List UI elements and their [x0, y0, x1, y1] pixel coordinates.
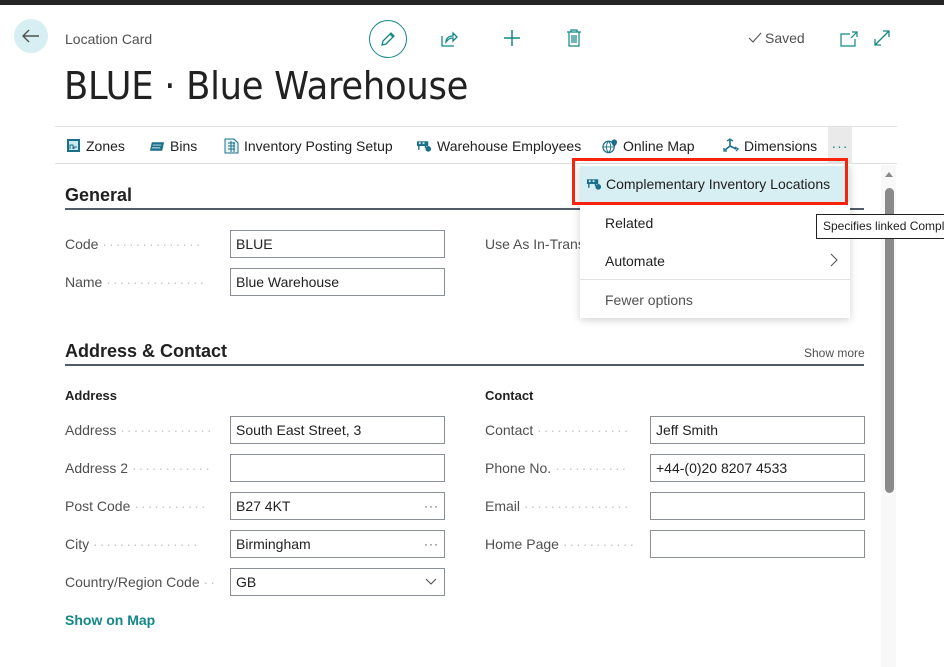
saved-status: Saved [748, 30, 805, 46]
field-label-email: Email ················ [485, 498, 631, 514]
action-bar: Zones Bins Inventory Posting Setup Wareh… [55, 126, 897, 164]
field-label-use-as-in-transit: Use As In-Trans [485, 236, 580, 252]
saved-label: Saved [765, 30, 805, 46]
field-label-phone-no: Phone No. ··········· [485, 460, 629, 476]
menu-item-label: Related [605, 215, 654, 231]
back-arrow-icon [22, 29, 39, 43]
plus-icon [504, 30, 520, 46]
new-button[interactable] [501, 27, 523, 49]
zones-icon [65, 138, 81, 154]
globe-pin-icon [602, 138, 618, 154]
field-label-city: City ················ [65, 536, 200, 552]
chevron-right-icon [830, 253, 838, 267]
posting-setup-icon [223, 138, 239, 154]
share-icon [441, 31, 458, 47]
country-region-code-select[interactable]: GB [230, 568, 445, 596]
field-label-address-2: Address 2 ············ [65, 460, 212, 476]
action-label: Warehouse Employees [437, 137, 582, 154]
show-more-link[interactable]: Show more [804, 346, 865, 360]
menu-item-complementary-inventory-locations[interactable]: Complementary Inventory Locations [580, 166, 850, 202]
action-warehouse-employees[interactable]: Warehouse Employees [416, 127, 581, 164]
open-new-window-button[interactable] [838, 28, 860, 50]
contact-input[interactable]: Jeff Smith [650, 416, 865, 444]
tooltip: Specifies linked Comple [816, 214, 944, 239]
code-input[interactable]: BLUE [230, 230, 445, 258]
field-label-post-code: Post Code ··········· [65, 498, 208, 514]
action-label: Bins [170, 137, 198, 154]
lookup-ellipsis-icon[interactable]: ··· [424, 499, 439, 513]
section-divider [65, 364, 864, 366]
menu-divider [580, 279, 850, 280]
dimensions-icon [723, 138, 739, 154]
lookup-ellipsis-icon[interactable]: ··· [424, 537, 439, 551]
menu-item-fewer-options[interactable]: Fewer options [580, 282, 850, 318]
field-label-home-page: Home Page ··········· [485, 536, 637, 552]
field-label-code: Code ··············· [65, 236, 203, 252]
action-label: Dimensions [744, 137, 818, 154]
back-button[interactable] [14, 19, 48, 53]
menu-item-label: Fewer options [605, 292, 693, 308]
trash-icon [567, 29, 581, 47]
breadcrumb: Location Card [65, 31, 153, 47]
section-title-address-contact[interactable]: Address & Contact [65, 341, 227, 362]
post-code-input[interactable]: B27 4KT ··· [230, 492, 445, 520]
checkmark-icon [748, 32, 762, 43]
more-actions-button[interactable]: ··· [828, 127, 852, 164]
bins-icon [149, 138, 165, 154]
section-title-general[interactable]: General [65, 185, 132, 206]
action-dimensions[interactable]: Dimensions [723, 127, 817, 164]
field-label-country-region-code: Country/Region Code ·· [65, 574, 217, 590]
phone-no-input[interactable]: +44-(0)20 8207 4533 [650, 454, 865, 482]
more-actions-menu: Complementary Inventory Locations Relate… [580, 164, 850, 318]
action-label: Zones [86, 137, 125, 154]
page-title: BLUE · Blue Warehouse [64, 64, 469, 108]
address-2-input[interactable] [230, 454, 445, 482]
action-online-map[interactable]: Online Map [602, 127, 695, 164]
expand-button[interactable] [871, 27, 893, 49]
menu-item-related[interactable]: Related [580, 205, 850, 241]
field-label-address: Address ·············· [65, 422, 214, 438]
action-zones[interactable]: Zones [65, 127, 125, 164]
chevron-down-icon[interactable] [425, 578, 437, 586]
menu-item-label: Automate [605, 253, 665, 269]
menu-item-label: Complementary Inventory Locations [606, 176, 831, 192]
show-on-map-link[interactable]: Show on Map [65, 612, 155, 628]
address-input[interactable]: South East Street, 3 [230, 416, 445, 444]
share-button[interactable] [438, 28, 460, 50]
subheading-contact: Contact [485, 388, 534, 403]
home-page-input[interactable] [650, 530, 865, 558]
delete-button[interactable] [563, 27, 585, 49]
subheading-address: Address [65, 388, 118, 403]
action-label: Online Map [623, 137, 695, 154]
window-top-bar [0, 0, 944, 5]
field-label-name: Name ··············· [65, 274, 207, 290]
action-label: Inventory Posting Setup [244, 137, 393, 154]
action-bins[interactable]: Bins [149, 127, 197, 164]
menu-item-automate[interactable]: Automate [580, 243, 850, 279]
expand-icon [874, 30, 890, 46]
warehouse-employees-icon [416, 138, 432, 154]
field-label-contact: Contact ·············· [485, 422, 631, 438]
edit-button[interactable] [369, 20, 407, 58]
scroll-up-arrow-icon[interactable] [885, 172, 893, 177]
complementary-locations-icon [586, 177, 602, 191]
name-input[interactable]: Blue Warehouse [230, 268, 445, 296]
action-inventory-posting-setup[interactable]: Inventory Posting Setup [223, 127, 393, 164]
edit-pencil-icon [381, 32, 395, 46]
city-input[interactable]: Birmingham ··· [230, 530, 445, 558]
open-new-window-icon [840, 31, 858, 47]
email-input[interactable] [650, 492, 865, 520]
